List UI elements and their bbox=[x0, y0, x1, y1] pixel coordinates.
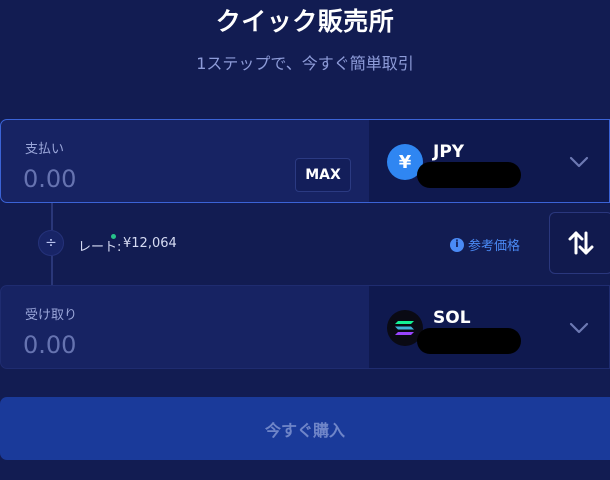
receive-label: 受け取り bbox=[25, 308, 78, 323]
receive-card: 受け取り SOL bbox=[0, 285, 610, 369]
max-button[interactable]: MAX bbox=[295, 158, 351, 192]
receive-currency-selector[interactable]: SOL bbox=[369, 286, 609, 368]
chevron-down-icon bbox=[569, 156, 589, 168]
rate-value: ¥12,064 bbox=[123, 236, 177, 251]
reference-price-link[interactable]: i 参考価格 bbox=[450, 235, 520, 254]
pay-currency-symbol: JPY bbox=[433, 142, 465, 162]
receive-currency-symbol: SOL bbox=[433, 308, 471, 328]
info-icon: i bbox=[450, 237, 464, 252]
pay-label: 支払い bbox=[25, 142, 65, 157]
pay-card: 支払い MAX ¥ JPY bbox=[0, 119, 610, 203]
pay-amount-area: 支払い MAX bbox=[1, 120, 369, 202]
rate-label: レート: bbox=[78, 240, 122, 255]
receive-amount-input[interactable] bbox=[23, 330, 273, 360]
buy-now-button[interactable]: 今すぐ購入 bbox=[0, 397, 610, 460]
reference-price-label: 参考価格 bbox=[468, 239, 521, 254]
receive-amount-area: 受け取り bbox=[1, 286, 369, 368]
connector-line-bottom bbox=[51, 256, 53, 285]
page-title: クイック販売所 bbox=[215, 7, 395, 36]
pay-currency-selector[interactable]: ¥ JPY bbox=[369, 120, 609, 202]
swap-arrows-icon bbox=[568, 231, 594, 255]
divide-icon: ÷ bbox=[38, 230, 64, 256]
rate-live-indicator bbox=[111, 234, 116, 239]
redacted-currency-name bbox=[417, 162, 521, 188]
swap-button[interactable] bbox=[549, 212, 610, 274]
connector-line-top bbox=[51, 203, 53, 230]
chevron-down-icon bbox=[569, 322, 589, 334]
pay-amount-input[interactable] bbox=[23, 164, 273, 194]
page-subtitle: 1ステップで、今すぐ簡単取引 bbox=[196, 54, 414, 73]
redacted-currency-name bbox=[417, 328, 521, 354]
